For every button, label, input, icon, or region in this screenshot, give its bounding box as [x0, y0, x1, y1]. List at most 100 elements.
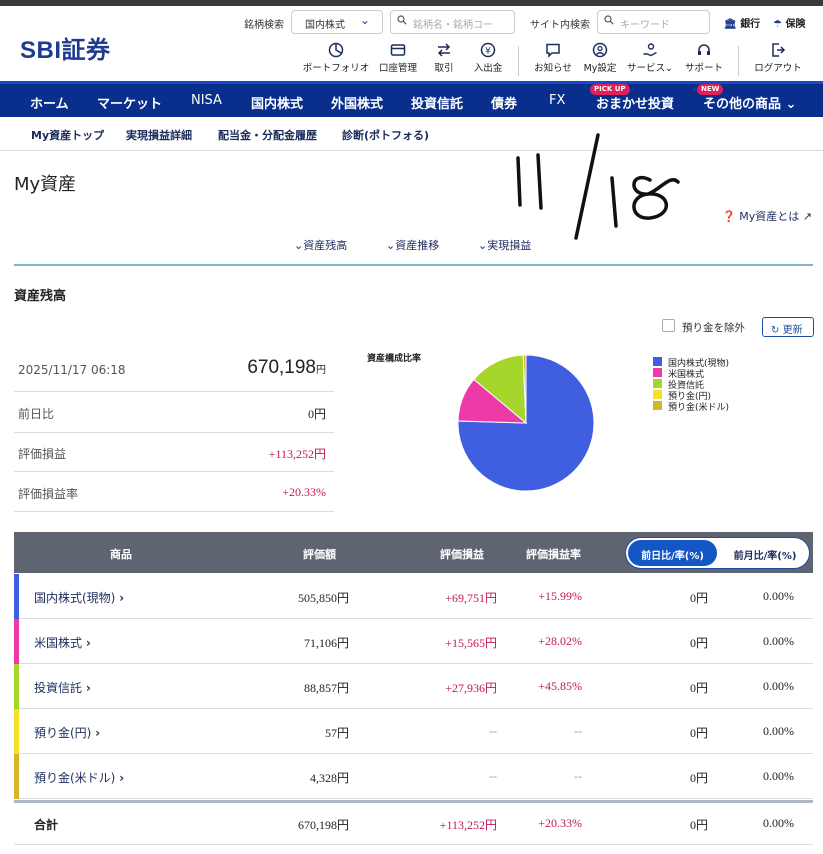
search-icon — [604, 15, 614, 25]
summary-unrealized-rate-row: 評価損益率 +20.33% — [14, 472, 334, 512]
nav-home[interactable]: ホーム — [30, 93, 69, 112]
summary-datetime: 2025/11/17 06:18 — [18, 363, 126, 377]
subnav-dividend-history[interactable]: 配当金・分配金履歴 — [218, 127, 317, 143]
notifications-button[interactable]: お知らせ — [530, 42, 576, 74]
legend-swatch — [653, 390, 662, 399]
row-domestic-stocks: 国内株式(現物) › 505,850円 +69,751円 +15.99% 0円 0.00% — [14, 574, 813, 619]
summary-day-change-row: 前日比 0円 — [14, 392, 334, 433]
message-icon — [546, 43, 560, 58]
chevron-right-icon: › — [95, 726, 101, 740]
hand-coin-icon — [643, 43, 657, 57]
section-title-asset-balance: 資産残高 — [14, 289, 67, 304]
legend-swatch — [653, 357, 662, 366]
brand-search-label: 銘柄検索 — [244, 20, 284, 31]
chevron-down-icon: ⌄ — [665, 63, 673, 74]
trade-button[interactable]: 取引 — [428, 42, 460, 74]
anchor-realized-pl[interactable]: ⌄実現損益 — [478, 237, 531, 253]
nav-investment-trust[interactable]: 投資信託 — [411, 93, 463, 112]
summary-total-value: 670,198円 — [247, 357, 326, 378]
row-color-bar — [14, 709, 19, 754]
sub-nav: My資産トップ 実現損益詳細 配当金・分配金履歴 診断(ポトフォる) — [0, 117, 823, 151]
row-deposit-usd: 預り金(米ドル) › 4,328円 -- -- 0円 0.00% — [14, 754, 813, 799]
external-link-icon: ↗ — [802, 210, 812, 223]
row-color-bar — [14, 574, 19, 619]
exclude-deposit-checkbox[interactable] — [662, 319, 675, 332]
row-investment-trust: 投資信託 › 88,857円 +27,936円 +45.85% 0円 0.00% — [14, 664, 813, 709]
exclude-deposit-label: 預り金を除外 — [682, 322, 745, 334]
yen-coin-icon: ¥ — [480, 42, 496, 58]
logout-button[interactable]: ログアウト — [750, 42, 806, 74]
legend-swatch — [653, 401, 662, 410]
pie-legend: 国内株式(現物) 米国株式 投資信託 預り金(円) 預り金(米ドル) — [653, 356, 729, 413]
pie-chart-icon — [328, 42, 344, 58]
chevron-down-icon: ⌄ — [386, 239, 396, 252]
product-link[interactable]: 米国株式 › — [34, 634, 91, 651]
toggle-month-change[interactable]: 前月比/率(%) — [721, 547, 809, 562]
chevron-down-icon: ⌄ — [478, 239, 488, 252]
nav-robo-advisor[interactable]: PICK UP おまかせ投資 — [590, 84, 674, 112]
new-badge: NEW — [697, 84, 724, 95]
services-button[interactable]: サービス⌄ — [624, 42, 676, 74]
summary-total-row: 2025/11/17 06:18 670,198円 — [14, 348, 334, 392]
subnav-realized-pl[interactable]: 実現損益詳細 — [126, 127, 192, 143]
main-nav: ホーム マーケット NISA 国内株式 外国株式 投資信託 債券 FX PICK… — [0, 81, 823, 117]
total-row: 合計 670,198円 +113,252円 +20.33% 0円 0.00% — [14, 800, 813, 845]
market-select[interactable]: 国内株式 ⌄ — [291, 10, 383, 34]
brand-search-input[interactable]: 銘柄名・銘柄コー — [390, 10, 515, 34]
nav-foreign-stocks[interactable]: 外国株式 — [331, 93, 383, 112]
row-color-bar — [14, 619, 19, 664]
anchor-asset-trend[interactable]: ⌄資産推移 — [386, 237, 439, 253]
site-header: SBI証券 銘柄検索 国内株式 ⌄ 銘柄名・銘柄コー サイト内検索 キーワード … — [0, 6, 823, 81]
product-link[interactable]: 預り金(円) › — [34, 724, 100, 741]
summary-unrealized-pl-row: 評価損益 +113,252円 — [14, 433, 334, 472]
portfolio-button[interactable]: ポートフォリオ — [300, 42, 372, 74]
nav-nisa[interactable]: NISA — [191, 93, 222, 108]
user-icon — [592, 42, 608, 58]
subnav-diagnosis[interactable]: 診断(ポトフォる) — [342, 127, 429, 143]
chevron-right-icon: › — [119, 591, 125, 605]
nav-domestic-stocks[interactable]: 国内株式 — [251, 93, 303, 112]
chevron-down-icon: ⌄ — [359, 13, 370, 27]
row-color-bar — [14, 664, 19, 709]
header-divider — [518, 46, 519, 76]
refresh-button[interactable]: ↻ 更新 — [762, 317, 814, 337]
insurance-icon: ☂ — [773, 19, 782, 30]
about-my-assets-link[interactable]: ❓ My資産とは ↗ — [722, 208, 812, 224]
deposit-withdraw-button[interactable]: ¥ 入出金 — [470, 42, 506, 74]
nav-market[interactable]: マーケット — [97, 93, 162, 112]
chevron-down-icon: ⌄ — [785, 97, 797, 112]
nav-other-products[interactable]: NEW その他の商品 ⌄ — [697, 84, 797, 112]
legend-item: 国内株式(現物) — [653, 356, 729, 369]
logout-icon — [772, 43, 786, 57]
svg-text:¥: ¥ — [485, 47, 491, 57]
headset-icon — [698, 44, 710, 55]
product-link[interactable]: 投資信託 › — [34, 679, 91, 696]
row-us-stocks: 米国株式 › 71,106円 +15,565円 +28.02% 0円 0.00% — [14, 619, 813, 664]
bank-icon: 🏛 — [724, 19, 737, 30]
support-button[interactable]: サポート — [684, 42, 724, 74]
legend-item: 米国株式 — [653, 367, 729, 380]
nav-bonds[interactable]: 債券 — [491, 93, 517, 112]
chevron-down-icon: ⌄ — [294, 239, 304, 252]
nav-fx[interactable]: FX — [549, 93, 565, 108]
my-settings-button[interactable]: My設定 — [581, 42, 619, 74]
subnav-my-assets-top[interactable]: My資産トップ — [31, 127, 104, 143]
pickup-badge: PICK UP — [590, 84, 630, 95]
row-color-bar — [14, 754, 19, 799]
product-link[interactable]: 国内株式(現物) › — [34, 589, 124, 606]
anchor-asset-balance[interactable]: ⌄資産残高 — [294, 237, 347, 253]
insurance-link[interactable]: ☂ 保険 — [773, 15, 805, 30]
chevron-right-icon: › — [119, 771, 125, 785]
sbi-logo[interactable]: SBI証券 — [20, 30, 111, 65]
section-divider — [14, 264, 813, 266]
account-management-button[interactable]: 口座管理 — [374, 42, 422, 74]
legend-item: 預り金(円) — [653, 389, 729, 402]
site-search-label: サイト内検索 — [530, 20, 590, 31]
site-search-input[interactable]: キーワード — [597, 10, 710, 34]
bank-link[interactable]: 🏛 銀行 — [724, 15, 760, 30]
exchange-icon — [437, 43, 451, 57]
product-link[interactable]: 預り金(米ドル) › — [34, 769, 124, 786]
legend-item: 投資信託 — [653, 378, 729, 391]
legend-swatch — [653, 379, 662, 388]
toggle-day-change[interactable]: 前日比/率(%) — [628, 540, 717, 566]
